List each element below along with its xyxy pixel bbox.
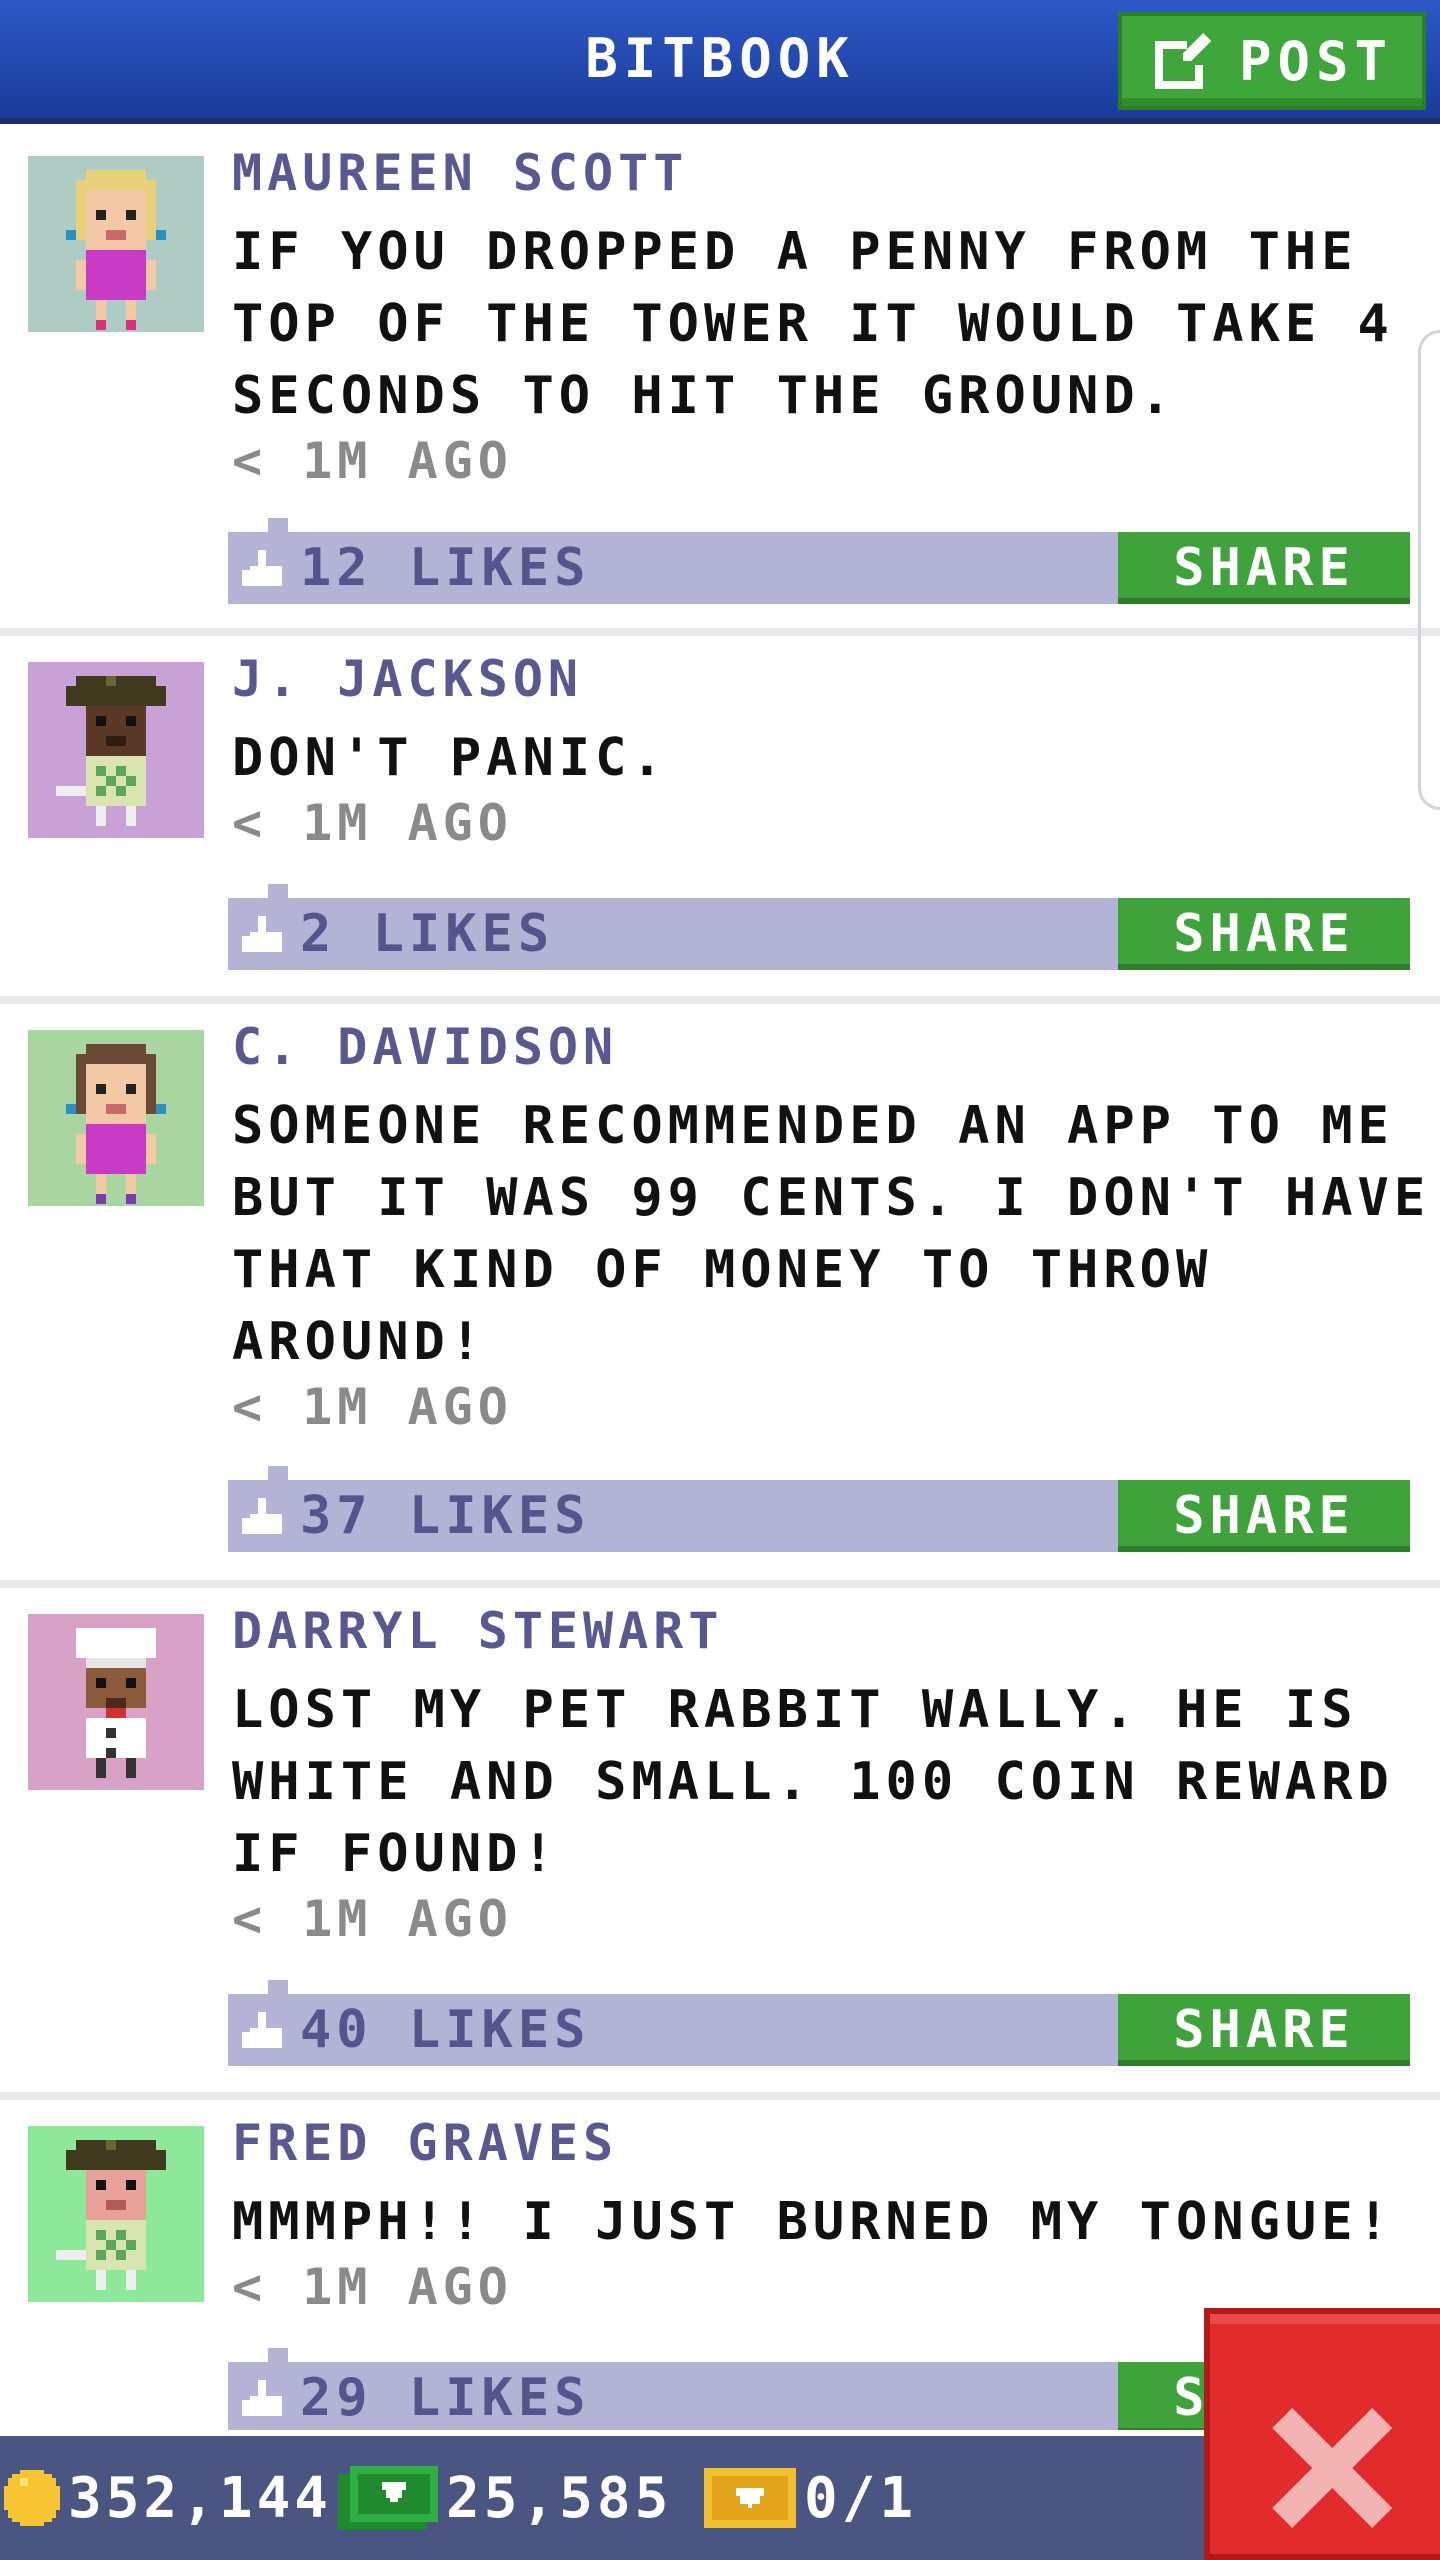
feed-post: MAUREEN SCOTT IF YOU DROPPED A PENNY FRO… xyxy=(0,130,1440,636)
avatar-brunette-woman-icon xyxy=(66,1044,166,1204)
likes-count: 29 LIKES xyxy=(300,2368,591,2428)
bux-stat: 25,585 xyxy=(338,2436,672,2560)
thumb-up-icon[interactable] xyxy=(242,1498,286,1538)
avatar[interactable] xyxy=(28,1614,204,1790)
thumb-up-icon[interactable] xyxy=(242,550,286,590)
post-time: < 1M AGO xyxy=(232,2258,513,2316)
bitbook-app: BITBOOK POST MAUREEN SCOTT IF YOU DROPPE… xyxy=(0,0,1440,2560)
close-icon xyxy=(1272,2408,1392,2528)
likes-bar: 40 LIKES SHARE xyxy=(228,1980,1410,2066)
post-author: C. DAVIDSON xyxy=(232,1018,619,1076)
share-button[interactable]: SHARE xyxy=(1118,1994,1410,2066)
post-time: < 1M AGO xyxy=(232,1890,513,1948)
post-message: DON'T PANIC. xyxy=(232,728,668,788)
edit-icon xyxy=(1154,33,1211,89)
likes-count: 40 LIKES xyxy=(300,2000,591,2060)
likes-bar: 37 LIKES SHARE xyxy=(228,1466,1410,1552)
thumb-up-icon[interactable] xyxy=(242,2012,286,2052)
likes-count: 37 LIKES xyxy=(300,1486,591,1546)
close-button[interactable] xyxy=(1204,2308,1440,2560)
post-author: DARRYL STEWART xyxy=(232,1602,724,1660)
post-button-label: POST xyxy=(1238,29,1394,93)
avatar-beret-man-icon xyxy=(56,676,166,826)
post-time: < 1M AGO xyxy=(232,432,513,490)
share-button[interactable]: SHARE xyxy=(1118,898,1410,970)
avatar[interactable] xyxy=(28,156,204,332)
bux-icon xyxy=(338,2466,438,2530)
likes-bar: 12 LIKES SHARE xyxy=(228,518,1410,604)
ticket-icon xyxy=(704,2468,796,2528)
feed-post: DARRYL STEWART LOST MY PET RABBIT WALLY.… xyxy=(0,1588,1440,2100)
thumb-up-icon[interactable] xyxy=(242,2380,286,2420)
post-button[interactable]: POST xyxy=(1118,12,1426,110)
coin-icon xyxy=(4,2470,60,2526)
post-message: MMMPH!! I JUST BURNED MY TONGUE! xyxy=(232,2192,1394,2252)
feed-post: J. JACKSON DON'T PANIC. < 1M AGO 2 LIKES… xyxy=(0,636,1440,1004)
avatar-blonde-woman-icon xyxy=(66,170,166,330)
header-bar: BITBOOK POST xyxy=(0,0,1440,124)
post-author: J. JACKSON xyxy=(232,650,584,708)
post-time: < 1M AGO xyxy=(232,1378,513,1436)
post-message: SOMEONE RECOMMENDED AN APP TO ME BUT IT … xyxy=(232,1096,1431,1372)
avatar-beret-man-icon xyxy=(56,2140,166,2290)
coins-stat: 352,144 xyxy=(4,2436,332,2560)
feed-post: C. DAVIDSON SOMEONE RECOMMENDED AN APP T… xyxy=(0,1004,1440,1588)
post-time: < 1M AGO xyxy=(232,794,513,852)
post-author: FRED GRAVES xyxy=(232,2114,619,2172)
likes-count: 12 LIKES xyxy=(300,538,591,598)
bux-count: 25,585 xyxy=(446,2465,673,2531)
avatar-chef-icon xyxy=(76,1628,156,1778)
feed[interactable]: MAUREEN SCOTT IF YOU DROPPED A PENNY FRO… xyxy=(0,130,1440,2430)
share-button[interactable]: SHARE xyxy=(1118,532,1410,604)
share-button[interactable]: SHARE xyxy=(1118,1480,1410,1552)
avatar[interactable] xyxy=(28,1030,204,1206)
likes-count: 2 LIKES xyxy=(300,904,555,964)
likes-bar: 2 LIKES SHARE xyxy=(228,884,1410,970)
post-message: LOST MY PET RABBIT WALLY. HE IS WHITE AN… xyxy=(232,1680,1394,1884)
avatar[interactable] xyxy=(28,662,204,838)
post-message: IF YOU DROPPED A PENNY FROM THE TOP OF T… xyxy=(232,222,1394,426)
tickets-count: 0/1 xyxy=(804,2465,918,2531)
thumb-up-icon[interactable] xyxy=(242,916,286,956)
scrollbar[interactable] xyxy=(1418,330,1440,810)
coins-count: 352,144 xyxy=(68,2465,333,2531)
tickets-stat: 0/1 xyxy=(704,2436,917,2560)
avatar[interactable] xyxy=(28,2126,204,2302)
post-author: MAUREEN SCOTT xyxy=(232,144,689,202)
